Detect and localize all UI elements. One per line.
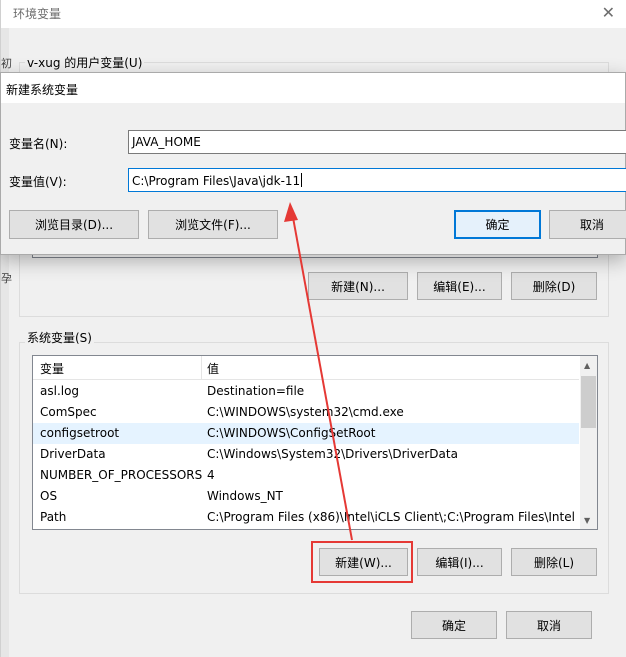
close-icon[interactable]: ✕ — [602, 3, 615, 22]
dialog-cancel-button[interactable]: 取消 — [549, 210, 626, 239]
dialog-titlebar: 新建系统变量 — [1, 73, 625, 103]
column-header-value[interactable]: 值 — [207, 360, 219, 377]
table-row[interactable]: asl.log Destination=file — [33, 381, 579, 402]
left-edge-glyph: 孕 — [1, 272, 12, 285]
row-name: ComSpec — [40, 405, 97, 419]
scrollbar-thumb[interactable] — [581, 376, 596, 428]
system-delete-button[interactable]: 删除(L) — [511, 548, 597, 576]
variable-name-value: JAVA_HOME — [132, 135, 201, 149]
scroll-up-icon[interactable]: ▲ — [584, 361, 590, 370]
text-caret — [301, 173, 303, 187]
row-value: C:\WINDOWS\ConfigSetRoot — [207, 426, 376, 440]
row-value: 4 — [207, 468, 215, 482]
column-divider[interactable] — [201, 356, 202, 380]
table-row-selected[interactable]: configsetroot C:\WINDOWS\ConfigSetRoot — [33, 423, 579, 444]
list-header: 变量 值 — [33, 356, 579, 380]
user-variables-label: v-xug 的用户变量(U) — [25, 54, 145, 71]
table-row[interactable]: DriverData C:\Windows\System32\Drivers\D… — [33, 444, 579, 465]
scroll-down-icon[interactable]: ▼ — [584, 516, 590, 525]
annotation-highlight-box — [311, 541, 413, 583]
variable-value-field[interactable]: C:\Program Files\Java\jdk-11 — [128, 168, 626, 192]
row-name: configsetroot — [40, 426, 120, 440]
row-name: DriverData — [40, 447, 106, 461]
table-row[interactable]: NUMBER_OF_PROCESSORS 4 — [33, 465, 579, 486]
row-name: asl.log — [40, 384, 80, 398]
row-name: Path — [40, 510, 67, 524]
row-value: Destination=file — [207, 384, 305, 398]
window-title: 环境变量 — [13, 7, 62, 21]
dialog-ok-button[interactable]: 确定 — [454, 210, 541, 239]
row-value: C:\WINDOWS\system32\cmd.exe — [207, 405, 404, 419]
left-edge-glyph: 初 — [1, 57, 12, 70]
variable-name-field[interactable]: JAVA_HOME — [128, 130, 626, 154]
row-value: C:\Program Files (x86)\Intel\iCLS Client… — [207, 510, 575, 524]
column-header-name[interactable]: 变量 — [40, 360, 64, 377]
row-name: NUMBER_OF_PROCESSORS — [40, 468, 203, 482]
user-new-button[interactable]: 新建(N)... — [308, 272, 408, 300]
system-variables-label: 系统变量(S) — [25, 329, 94, 346]
system-variables-list[interactable]: 变量 值 asl.log Destination=file ComSpec C:… — [32, 355, 598, 530]
window-titlebar: 环境变量 ✕ — [1, 0, 626, 28]
row-value: Windows_NT — [207, 489, 283, 503]
user-edit-button[interactable]: 编辑(E)... — [417, 272, 502, 300]
window-ok-button[interactable]: 确定 — [411, 611, 497, 639]
window-cancel-button[interactable]: 取消 — [506, 611, 592, 639]
table-row[interactable]: ComSpec C:\WINDOWS\system32\cmd.exe — [33, 402, 579, 423]
user-delete-button[interactable]: 删除(D) — [511, 272, 597, 300]
browse-file-button[interactable]: 浏览文件(F)... — [148, 210, 278, 239]
variable-name-label: 变量名(N): — [9, 137, 68, 151]
new-system-variable-dialog: 新建系统变量 变量名(N): JAVA_HOME 变量值(V): C:\Prog… — [0, 72, 626, 255]
variable-value-label: 变量值(V): — [9, 175, 67, 189]
row-name: OS — [40, 489, 58, 503]
dialog-title: 新建系统变量 — [6, 83, 79, 97]
vertical-scrollbar[interactable]: ▲ ▼ — [580, 356, 597, 529]
system-edit-button[interactable]: 编辑(I)... — [417, 548, 502, 576]
variable-value-text: C:\Program Files\Java\jdk-11 — [132, 174, 301, 188]
browse-directory-button[interactable]: 浏览目录(D)... — [9, 210, 139, 239]
row-value: C:\Windows\System32\Drivers\DriverData — [207, 447, 458, 461]
table-row[interactable]: OS Windows_NT — [33, 486, 579, 507]
table-row[interactable]: Path C:\Program Files (x86)\Intel\iCLS C… — [33, 507, 579, 528]
